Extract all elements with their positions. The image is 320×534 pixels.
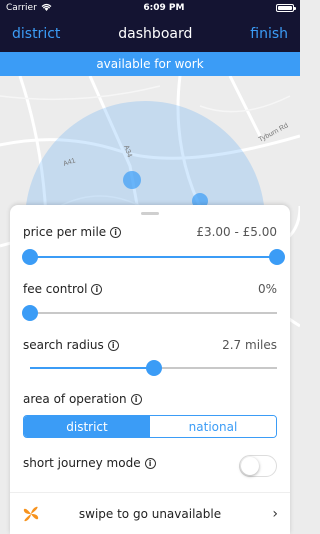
radius-row: search radius i bbox=[23, 338, 119, 352]
area-row: area of operation i bbox=[23, 392, 142, 406]
fee-row: fee control i bbox=[23, 282, 103, 296]
radius-value: 2.7 miles bbox=[222, 338, 277, 352]
area-option-national[interactable]: national bbox=[150, 416, 276, 437]
battery-icon bbox=[275, 4, 296, 12]
swipe-text: swipe to go unavailable bbox=[78, 506, 222, 521]
status-bar: Carrier 6:09 PM bbox=[0, 0, 300, 16]
price-label: price per mile bbox=[23, 225, 107, 239]
nav-bar: district dashboard finish bbox=[0, 16, 300, 52]
short-journey-label: short journey mode bbox=[23, 456, 141, 470]
info-icon[interactable]: i bbox=[144, 457, 156, 469]
radius-slider[interactable] bbox=[30, 360, 277, 376]
availability-banner: available for work bbox=[0, 52, 300, 76]
area-label: area of operation bbox=[23, 392, 127, 406]
price-max-thumb[interactable] bbox=[269, 249, 285, 265]
chevron-right-icon: › bbox=[272, 505, 278, 522]
price-min-thumb[interactable] bbox=[22, 249, 38, 265]
fee-value: 0% bbox=[257, 282, 277, 296]
fee-label: fee control bbox=[23, 282, 88, 296]
fee-slider[interactable] bbox=[22, 305, 277, 321]
fee-thumb[interactable] bbox=[22, 305, 38, 321]
district-nav-button[interactable]: district bbox=[12, 26, 60, 42]
wifi-icon bbox=[41, 3, 52, 14]
info-icon[interactable]: i bbox=[130, 393, 142, 405]
radius-thumb[interactable] bbox=[145, 360, 162, 376]
status-time: 6:09 PM bbox=[143, 3, 185, 13]
settings-sheet: price per mile i £3.00 - £5.00 fee contr… bbox=[10, 205, 290, 534]
page-title: dashboard bbox=[118, 26, 193, 42]
info-icon[interactable]: i bbox=[110, 226, 122, 238]
area-segmented-control: district national bbox=[23, 415, 277, 438]
radius-label: search radius bbox=[23, 338, 104, 352]
price-value: £3.00 - £5.00 bbox=[196, 225, 277, 239]
location-marker bbox=[123, 171, 141, 189]
short-journey-row: short journey mode i bbox=[23, 456, 156, 470]
swipe-unavailable-button[interactable]: swipe to go unavailable › bbox=[10, 493, 290, 534]
price-row: price per mile i bbox=[23, 225, 122, 239]
short-journey-toggle[interactable] bbox=[239, 455, 277, 477]
info-icon[interactable]: i bbox=[91, 283, 103, 295]
carrier-label: Carrier bbox=[6, 3, 37, 13]
price-range-slider[interactable] bbox=[22, 249, 285, 265]
finish-button[interactable]: finish bbox=[250, 26, 288, 42]
info-icon[interactable]: i bbox=[107, 339, 119, 351]
sheet-handle[interactable] bbox=[141, 212, 159, 215]
area-option-district[interactable]: district bbox=[24, 416, 150, 437]
